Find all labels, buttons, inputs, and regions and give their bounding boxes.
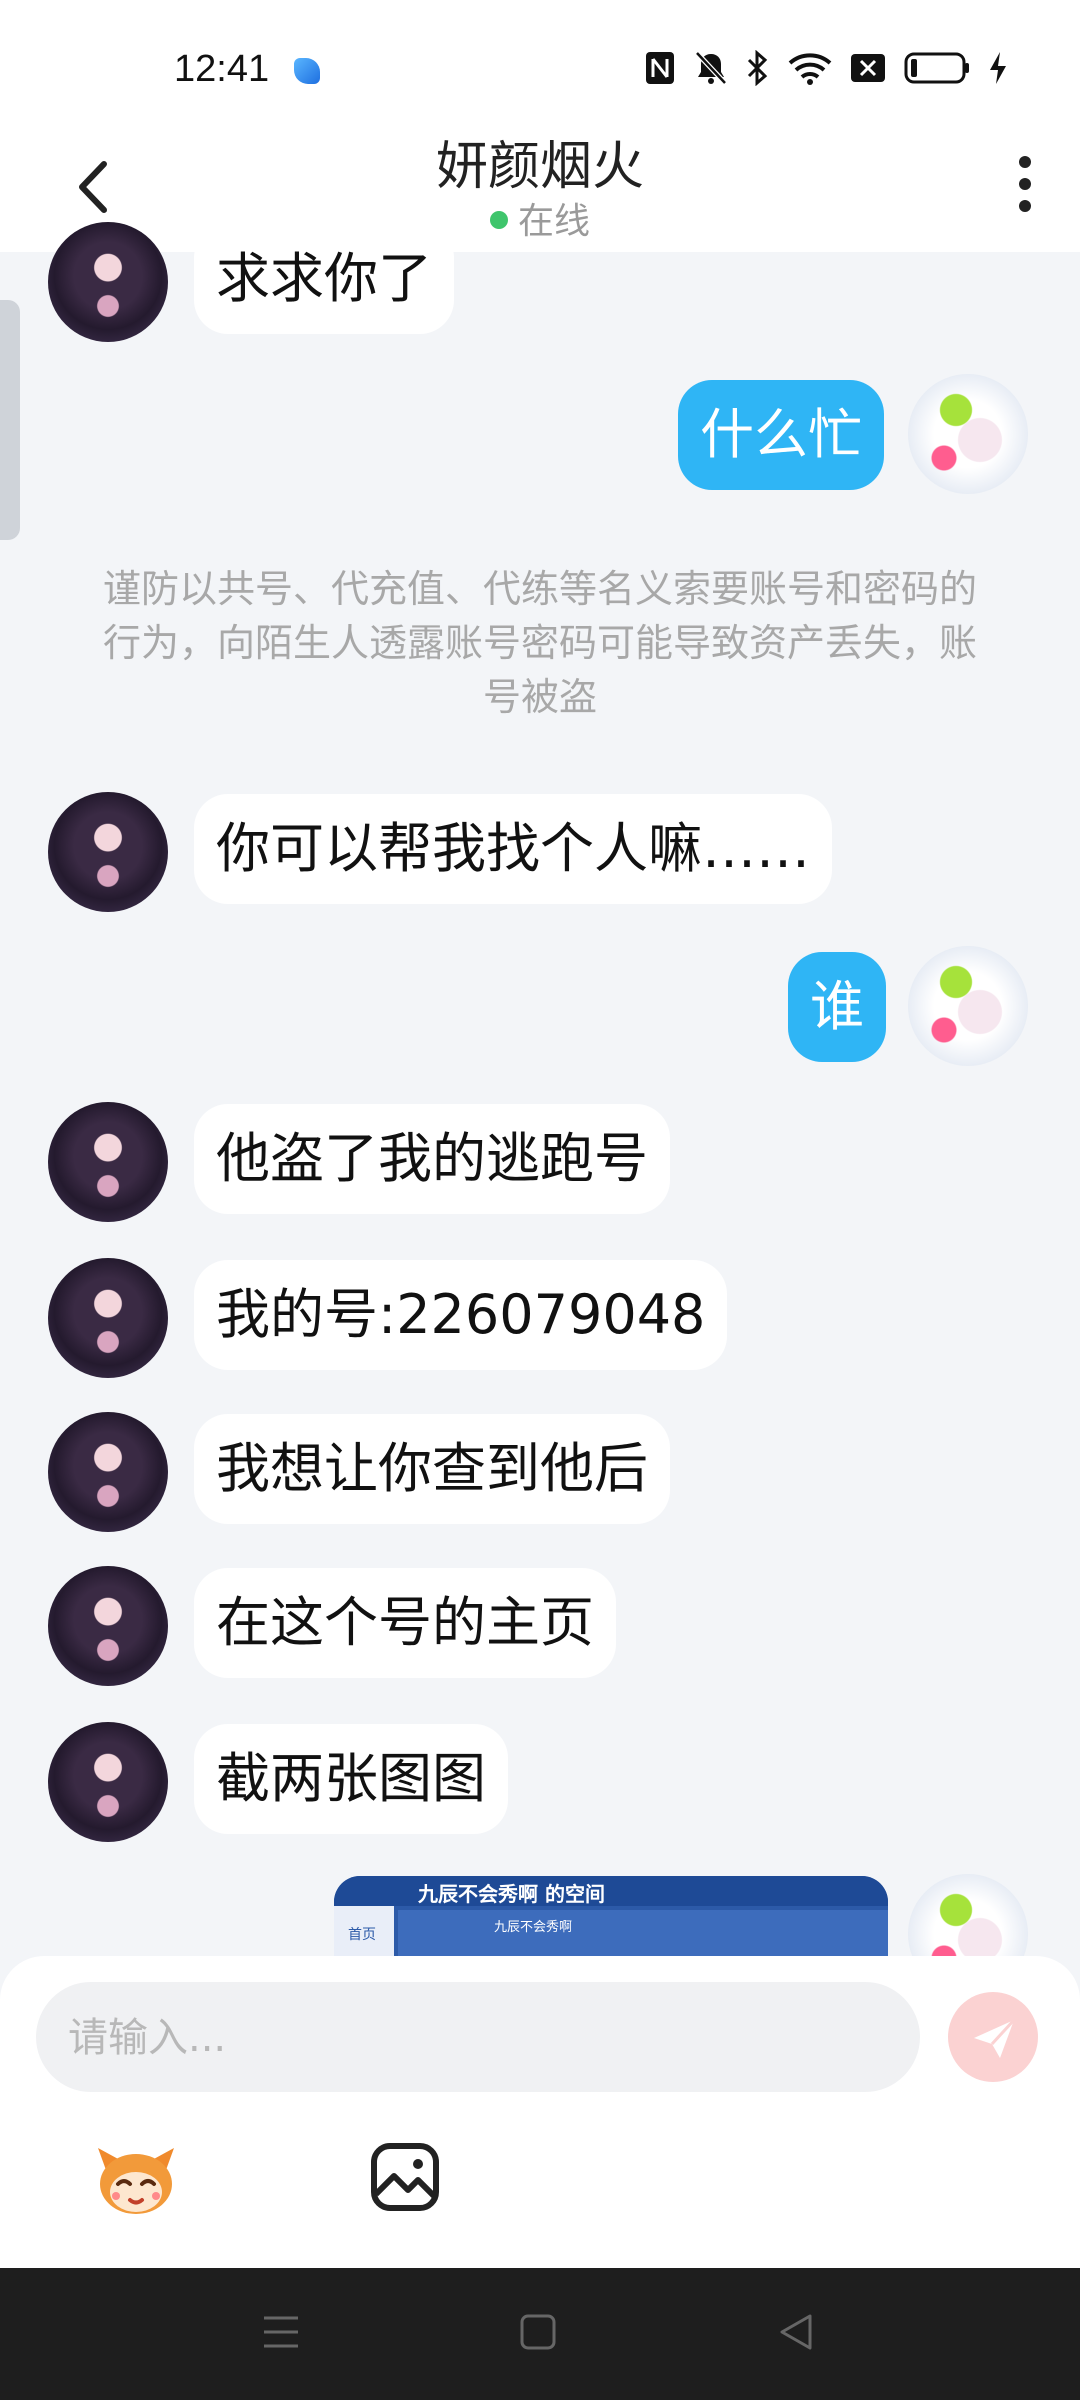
wifi-icon <box>788 53 832 85</box>
message-input-box[interactable] <box>36 1982 920 2094</box>
security-warning: 谨防以共号、代充值、代练等名义索要账号和密码的行为，向陌生人透露账号密码可能导致… <box>102 567 977 719</box>
nfc-icon <box>646 52 674 84</box>
menu-icon[interactable] <box>262 2312 300 2352</box>
send-button[interactable] <box>948 1992 1038 2082</box>
my-avatar[interactable] <box>908 374 1028 494</box>
send-icon <box>974 2018 1016 2058</box>
image-message[interactable]: 九辰不会秀啊 的空间 首页 九辰不会秀啊 <box>334 1876 888 1956</box>
data-off-icon <box>851 54 885 82</box>
message-bubble-incoming[interactable]: 我的号:226079048 <box>194 1260 728 1370</box>
emoji-button[interactable] <box>92 2140 180 2220</box>
status-time: 12:41 <box>174 48 270 90</box>
status-icons <box>644 50 1008 86</box>
message-bubble-incoming[interactable]: 截两张图图 <box>194 1724 508 1834</box>
system-nav-bar <box>0 2268 1080 2400</box>
back-nav-icon[interactable] <box>778 2312 814 2352</box>
message-input[interactable] <box>66 1982 890 2094</box>
contact-avatar[interactable] <box>48 222 168 342</box>
bluetooth-icon <box>747 50 768 86</box>
image-picker-button[interactable] <box>370 2142 440 2212</box>
image-icon <box>371 2143 439 2211</box>
contact-avatar[interactable] <box>48 1102 168 1222</box>
online-status: 在线 <box>0 192 1080 244</box>
image-message-name: 九辰不会秀啊 <box>494 1920 573 1935</box>
more-dot <box>1019 200 1031 212</box>
contact-avatar[interactable] <box>48 1258 168 1378</box>
message-bubble-incoming[interactable]: 在这个号的主页 <box>194 1568 616 1678</box>
image-message-title: 九辰不会秀啊 的空间 <box>418 1882 605 1906</box>
message-bubble-outgoing[interactable]: 什么忙 <box>678 380 884 490</box>
image-message-home-label: 首页 <box>348 1927 376 1943</box>
message-bubble-incoming[interactable]: 求求你了 <box>194 224 454 334</box>
battery-icon <box>904 52 969 84</box>
contact-avatar[interactable] <box>48 1566 168 1686</box>
chat-header: 妍颜烟火 在线 <box>0 112 1080 252</box>
contact-avatar[interactable] <box>48 792 168 912</box>
more-dot <box>1019 178 1031 190</box>
emoji-mascot-icon <box>98 2148 174 2214</box>
more-dot <box>1019 156 1031 168</box>
home-icon[interactable] <box>520 2312 556 2352</box>
online-label: 在线 <box>517 201 590 242</box>
message-bubble-incoming[interactable]: 我想让你查到他后 <box>194 1414 670 1524</box>
online-dot <box>489 211 508 229</box>
contact-avatar[interactable] <box>48 1412 168 1532</box>
scroll-indicator[interactable] <box>0 300 20 540</box>
contact-avatar[interactable] <box>48 1722 168 1842</box>
more-options-button[interactable] <box>1010 150 1040 222</box>
message-bubble-incoming[interactable]: 他盗了我的逃跑号 <box>194 1104 670 1214</box>
charging-icon <box>990 52 1006 84</box>
message-bubble-outgoing[interactable]: 谁 <box>788 952 886 1062</box>
bell-off-icon <box>695 51 727 85</box>
image-message-body <box>398 1910 888 1956</box>
message-bubble-incoming[interactable]: 你可以帮我找个人嘛…… <box>194 794 832 904</box>
chat-title: 妍颜烟火 <box>435 137 644 197</box>
app-icon <box>294 58 320 84</box>
input-panel <box>0 1956 1080 2268</box>
my-avatar[interactable] <box>908 946 1028 1066</box>
